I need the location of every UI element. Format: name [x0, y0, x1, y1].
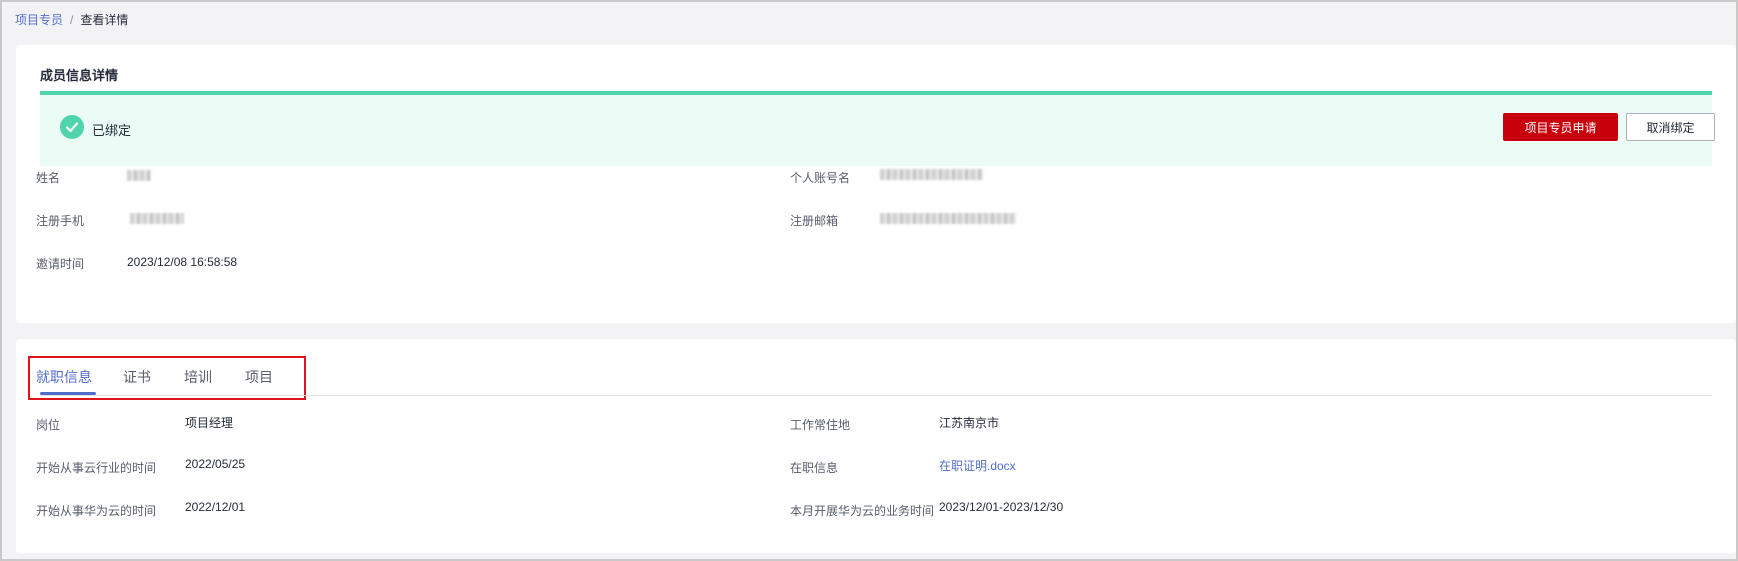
binding-status-text: 已绑定 — [92, 123, 132, 138]
huawei-cloud-start-value: 2022/12/01 — [185, 500, 246, 514]
cloud-industry-start-value: 2022/05/25 — [185, 457, 246, 471]
position-label: 岗位 — [36, 418, 61, 432]
page-frame: 项目专员 / 查看详情 成员信息详情 已绑定 项目专员申请 取消绑定 姓名 个人… — [0, 0, 1738, 561]
tab-certificates[interactable]: 证书 — [123, 367, 151, 387]
breadcrumb-separator: / — [70, 12, 74, 27]
account-name-label: 个人账号名 — [790, 171, 851, 185]
employment-proof-label: 在职信息 — [790, 461, 839, 475]
breadcrumb-link-project-specialist[interactable]: 项目专员 — [15, 11, 63, 28]
active-tab-indicator — [40, 392, 96, 395]
employment-proof-file-link[interactable]: 在职证明.docx — [939, 457, 1016, 474]
breadcrumb-current: 查看详情 — [80, 13, 129, 27]
name-label: 姓名 — [36, 171, 61, 185]
work-location-value: 江苏南京市 — [939, 416, 1000, 430]
invite-time-value: 2023/12/08 16:58:58 — [127, 255, 238, 269]
phone-value-redacted — [130, 213, 184, 224]
unbind-button[interactable]: 取消绑定 — [1626, 113, 1715, 141]
employment-info-card: 就职信息 证书 培训 项目 岗位 项目经理 工作常住地 江苏南京市 开始从事云行… — [16, 339, 1736, 553]
invite-time-label: 邀请时间 — [36, 257, 85, 271]
tabs-divider — [40, 395, 1712, 396]
phone-label: 注册手机 — [36, 214, 85, 228]
tab-projects[interactable]: 项目 — [245, 367, 273, 387]
name-value-redacted — [127, 170, 151, 181]
breadcrumb: 项目专员 / 查看详情 — [15, 11, 128, 28]
tab-employment-info[interactable]: 就职信息 — [36, 367, 92, 387]
cloud-industry-start-label: 开始从事云行业的时间 — [36, 461, 157, 475]
member-info-title: 成员信息详情 — [40, 68, 119, 83]
huawei-cloud-start-label: 开始从事华为云的时间 — [36, 504, 157, 518]
apply-project-specialist-button[interactable]: 项目专员申请 — [1503, 113, 1618, 141]
work-location-label: 工作常住地 — [790, 418, 851, 432]
tab-training[interactable]: 培训 — [184, 367, 212, 387]
account-name-value-redacted — [880, 169, 983, 180]
email-label: 注册邮箱 — [790, 214, 839, 228]
binding-status-bar: 已绑定 项目专员申请 取消绑定 — [40, 91, 1715, 166]
check-circle-icon — [60, 115, 84, 139]
monthly-business-time-label: 本月开展华为云的业务时间 — [790, 504, 935, 518]
monthly-business-time-value: 2023/12/01-2023/12/30 — [939, 500, 1064, 514]
email-value-redacted — [880, 213, 1016, 224]
position-value: 项目经理 — [185, 416, 234, 430]
member-info-card: 成员信息详情 已绑定 项目专员申请 取消绑定 姓名 个人账号名 注册手机 注册邮… — [16, 45, 1736, 323]
